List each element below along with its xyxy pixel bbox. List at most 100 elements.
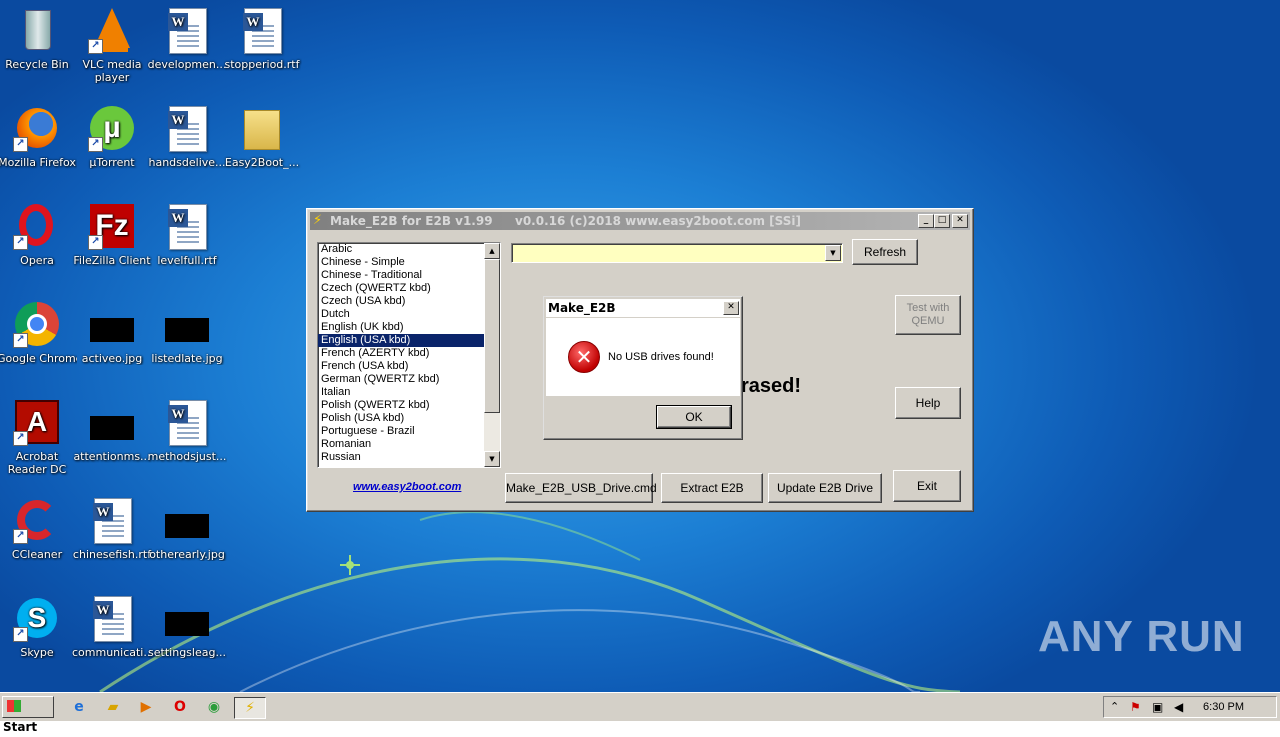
network-icon[interactable]: ▣ bbox=[1152, 697, 1163, 717]
desktop-icon-image[interactable]: listedlate.jpg bbox=[147, 300, 227, 365]
scroll-down-arrow-icon[interactable]: ▼ bbox=[484, 451, 500, 467]
volume-icon[interactable]: ◀ bbox=[1174, 697, 1183, 717]
internet-explorer-icon[interactable]: e bbox=[68, 697, 90, 717]
utorrent-icon: µ ↗ bbox=[88, 104, 136, 152]
media-player-icon[interactable]: ▶ bbox=[135, 697, 157, 717]
test-qemu-label: Test with QEMU bbox=[906, 302, 950, 327]
close-button[interactable]: ✕ bbox=[952, 214, 968, 228]
refresh-button[interactable]: Refresh bbox=[852, 239, 918, 265]
language-list-item[interactable]: Czech (USA kbd) bbox=[318, 295, 500, 308]
language-list-item[interactable]: English (USA kbd) bbox=[318, 334, 500, 347]
word-doc-icon: W bbox=[163, 104, 211, 152]
language-list-item[interactable]: German (QWERTZ kbd) bbox=[318, 373, 500, 386]
language-list-item[interactable]: French (AZERTY kbd) bbox=[318, 347, 500, 360]
desktop-icon-acrobat[interactable]: A ↗ Acrobat Reader DC bbox=[0, 398, 77, 476]
desktop-icon-word-doc[interactable]: Wlevelfull.rtf bbox=[147, 202, 227, 267]
desktop-icon-utorrent[interactable]: µ ↗ µTorrent bbox=[72, 104, 152, 169]
language-list-item[interactable]: Romanian bbox=[318, 438, 500, 451]
scroll-thumb[interactable] bbox=[484, 259, 500, 413]
language-list-item[interactable]: Arabic bbox=[318, 243, 500, 256]
desktop-icon-label: Mozilla Firefox bbox=[0, 156, 76, 169]
test-qemu-button[interactable]: Test with QEMU bbox=[895, 295, 961, 335]
erased-warning-text: rased! bbox=[741, 375, 802, 397]
ccleaner-icon: ↗ bbox=[13, 496, 61, 544]
window-title: Make_E2B for E2B v1.99 bbox=[330, 214, 493, 228]
dialog-body: ✕ No USB drives found! bbox=[546, 318, 740, 396]
language-list-item[interactable]: Italian bbox=[318, 386, 500, 399]
start-button[interactable]: Start bbox=[2, 696, 54, 734]
chrome-icon: ↗ bbox=[13, 300, 61, 348]
scroll-up-arrow-icon[interactable]: ▲ bbox=[484, 243, 500, 259]
desktop-icon-label: communicati... bbox=[72, 646, 152, 659]
language-list-item[interactable]: Dutch bbox=[318, 308, 500, 321]
language-list-item[interactable]: English (UK kbd) bbox=[318, 321, 500, 334]
image-icon bbox=[163, 496, 211, 544]
desktop-icon-label: Acrobat Reader DC bbox=[7, 450, 67, 476]
desktop-icon-word-doc[interactable]: Wmethodsjust... bbox=[147, 398, 227, 463]
desktop-icon-vlc[interactable]: ↗ VLC media player bbox=[72, 6, 152, 84]
tray-expand-icon[interactable]: ⌃ bbox=[1110, 697, 1119, 717]
exit-button[interactable]: Exit bbox=[893, 470, 961, 502]
easy2boot-link[interactable]: www.easy2boot.com bbox=[353, 481, 461, 493]
desktop-icon-chrome[interactable]: ↗ Google Chrome bbox=[0, 300, 77, 365]
language-list-item[interactable]: Chinese - Traditional bbox=[318, 269, 500, 282]
desktop-icon-label: levelfull.rtf bbox=[157, 254, 217, 267]
desktop-icon-word-doc[interactable]: Wdevelopmen... bbox=[147, 6, 227, 71]
language-list-item[interactable]: Portuguese - Brazil bbox=[318, 425, 500, 438]
image-icon bbox=[88, 300, 136, 348]
clock[interactable]: 6:30 PM bbox=[1203, 697, 1244, 717]
desktop-icon-opera[interactable]: ↗ Opera bbox=[0, 202, 77, 267]
language-list-item[interactable]: Polish (QWERTZ kbd) bbox=[318, 399, 500, 412]
error-icon: ✕ bbox=[568, 341, 600, 373]
action-center-icon[interactable]: ⚑ bbox=[1130, 697, 1141, 717]
filezilla-icon: Fz ↗ bbox=[88, 202, 136, 250]
desktop-icon-word-doc[interactable]: Whandsdelive... bbox=[147, 104, 227, 169]
update-e2b-drive-button[interactable]: Update E2B Drive bbox=[768, 473, 882, 503]
desktop-icon-label: handsdelive... bbox=[148, 156, 226, 169]
lightning-icon: ⚡ bbox=[313, 213, 323, 228]
language-list-item[interactable]: Chinese - Simple bbox=[318, 256, 500, 269]
opera-icon[interactable]: O bbox=[169, 697, 191, 717]
desktop-icon-word-doc[interactable]: Wcommunicati... bbox=[72, 594, 152, 659]
make-e2b-taskbar-button[interactable]: ⚡ bbox=[234, 697, 266, 719]
desktop-icon-firefox[interactable]: ↗ Mozilla Firefox bbox=[0, 104, 77, 169]
desktop-icon-word-doc[interactable]: Wstopperiod.rtf bbox=[222, 6, 302, 71]
dialog-title[interactable]: Make_E2B bbox=[546, 299, 740, 317]
anyrun-watermark: ANY RUN bbox=[1038, 612, 1245, 661]
desktop-icon-ccleaner[interactable]: ↗ CCleaner bbox=[0, 496, 77, 561]
desktop-icon-label: methodsjust... bbox=[147, 450, 227, 463]
usb-drive-combo[interactable]: ▼ bbox=[511, 243, 843, 263]
dialog-close-icon[interactable]: ✕ bbox=[723, 301, 739, 315]
extract-e2b-button[interactable]: Extract E2B bbox=[661, 473, 763, 503]
language-scrollbar[interactable]: ▲ ▼ bbox=[484, 243, 500, 467]
vlc-icon: ↗ bbox=[88, 6, 136, 54]
minimize-button[interactable]: _ bbox=[918, 214, 934, 228]
desktop-icon-image[interactable]: attentionms... bbox=[72, 398, 152, 463]
language-list-item[interactable]: Czech (QWERTZ kbd) bbox=[318, 282, 500, 295]
maximize-button[interactable]: □ bbox=[934, 214, 950, 228]
chevron-down-icon[interactable]: ▼ bbox=[825, 245, 841, 261]
word-doc-icon: W bbox=[163, 398, 211, 446]
taskbar: Start e ▰ ▶ O ◉ ⚡ ⌃ ⚑ ▣ ◀ 6:30 PM bbox=[0, 692, 1280, 734]
window-titlebar[interactable]: ⚡ Make_E2B for E2B v1.99 v0.0.16 (c)2018… bbox=[310, 212, 970, 230]
desktop-icon-recycle-bin[interactable]: Recycle Bin bbox=[0, 6, 77, 71]
language-list-item[interactable]: Polish (USA kbd) bbox=[318, 412, 500, 425]
make-cmd-button[interactable]: Make_E2B_USB_Drive.cmd bbox=[505, 473, 657, 503]
language-listbox[interactable]: Arabic Chinese - Simple Chinese - Traditio… bbox=[317, 242, 501, 468]
desktop-icon-label: settingsleag... bbox=[148, 646, 226, 659]
desktop-icon-filezilla[interactable]: Fz ↗ FileZilla Client bbox=[72, 202, 152, 267]
language-list-item[interactable]: French (USA kbd) bbox=[318, 360, 500, 373]
desktop-icon-folder[interactable]: Easy2Boot_... bbox=[222, 104, 302, 169]
help-button[interactable]: Help bbox=[895, 387, 961, 419]
desktop-icon-skype[interactable]: S ↗ Skype bbox=[0, 594, 77, 659]
chrome-icon[interactable]: ◉ bbox=[203, 697, 225, 717]
desktop-icon-image[interactable]: settingsleag... bbox=[147, 594, 227, 659]
explorer-icon[interactable]: ▰ bbox=[102, 697, 124, 717]
ok-button[interactable]: OK bbox=[656, 405, 732, 429]
desktop-icon-image[interactable]: activeo.jpg bbox=[72, 300, 152, 365]
desktop-icon-image[interactable]: otherearly.jpg bbox=[147, 496, 227, 561]
desktop-icon-label: developmen... bbox=[147, 58, 227, 71]
desktop-icon-word-doc[interactable]: Wchinesefish.rtf bbox=[72, 496, 152, 561]
windows-logo-icon bbox=[7, 700, 21, 712]
language-list-item[interactable]: Russian bbox=[318, 451, 500, 464]
